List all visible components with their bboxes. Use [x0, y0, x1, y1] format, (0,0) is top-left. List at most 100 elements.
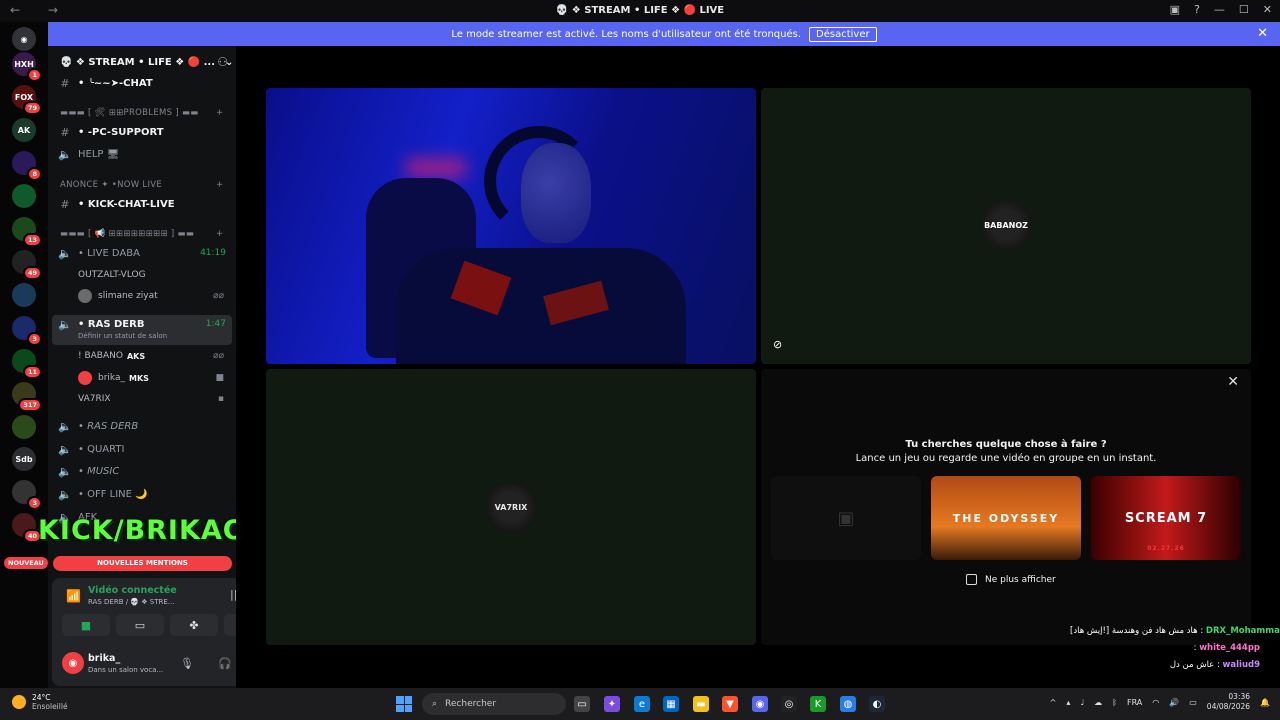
server-icon[interactable]: AK: [12, 118, 36, 142]
maximize-button[interactable]: ☐: [1239, 3, 1249, 16]
notification-icon[interactable]: 🔔: [1260, 698, 1270, 707]
network-icon[interactable]: ▴: [1066, 698, 1070, 707]
category-annonce[interactable]: ANONCE ✦ •NOW LIVE +: [60, 180, 223, 190]
server-icon[interactable]: FOX 79: [12, 85, 42, 115]
person-head: [521, 143, 591, 243]
checkbox[interactable]: [966, 574, 977, 585]
server-icon[interactable]: HXH 1: [12, 52, 42, 82]
mic-tray-icon[interactable]: ♩: [1080, 698, 1084, 707]
close-icon[interactable]: ✕: [1257, 26, 1268, 41]
weather-widget[interactable]: 24°C Ensoleillé: [12, 693, 68, 711]
obs-icon[interactable]: ◎: [781, 696, 797, 712]
channel-music[interactable]: 🔈 • MUSIC: [48, 461, 236, 481]
channel-help[interactable]: 🔈 HELP 🖥: [48, 144, 236, 164]
new-badge[interactable]: NOUVEAU: [4, 557, 48, 569]
add-channel-icon[interactable]: +: [216, 108, 223, 118]
dont-show-again-checkbox[interactable]: Ne plus afficher: [966, 574, 1056, 585]
edge-icon[interactable]: e: [634, 696, 650, 712]
close-button[interactable]: ✕: [1263, 3, 1272, 16]
channel-pc-support[interactable]: # • -PC-SUPPORT: [48, 122, 236, 142]
inbox-icon[interactable]: ▣: [1170, 3, 1180, 16]
brave-icon[interactable]: ▼: [722, 696, 738, 712]
chrome-icon[interactable]: ◍: [840, 696, 856, 712]
activities-button[interactable]: ✤: [170, 614, 218, 636]
signal-icon[interactable]: 📶: [66, 589, 81, 603]
banner-text: Le mode streamer est activé. Les noms d'…: [451, 28, 802, 40]
voice-user-outzalt[interactable]: OUTZALT-VLOG: [78, 265, 228, 285]
hash-icon: #: [60, 125, 70, 139]
camera-button[interactable]: ■: [62, 614, 110, 636]
new-mentions-button[interactable]: NOUVELLES MENTIONS: [53, 556, 232, 571]
channel-ras-derb[interactable]: 🔈 • RAS DERB 1:47: [48, 314, 236, 334]
language-indicator[interactable]: FRA: [1127, 698, 1142, 707]
kick-app-icon[interactable]: K: [810, 696, 826, 712]
help-icon[interactable]: ?: [1194, 3, 1200, 16]
discord-icon[interactable]: ◉: [752, 696, 768, 712]
copilot-icon[interactable]: ✦: [604, 696, 620, 712]
voice-user-brika[interactable]: brika_ MKS ■: [78, 368, 228, 388]
server-icon[interactable]: 40: [12, 513, 42, 543]
server-icon[interactable]: Sdb: [12, 447, 36, 471]
server-icon[interactable]: 13: [12, 217, 42, 247]
kick-overlay-text: KICK/BRIKAO: [38, 515, 247, 546]
server-icon[interactable]: 11: [12, 349, 42, 379]
voice-user-babano[interactable]: ! BABANO AKS ⌀⌀: [78, 346, 228, 366]
video-tile-va7rix[interactable]: VA7RIX: [266, 369, 756, 645]
wifi-icon[interactable]: ◠: [1152, 698, 1159, 707]
activity-card-placeholder[interactable]: ▣: [771, 476, 921, 560]
light-glow: [406, 158, 466, 178]
category-problems[interactable]: ▬▬▬ [ 🛠 ⊞⊞PROBLEMS ] ▬▬ +: [60, 108, 223, 118]
video-tile-camera[interactable]: [266, 88, 756, 364]
cloud-icon[interactable]: ☁: [1094, 698, 1102, 707]
channel-live-daba[interactable]: 🔈 • LIVE DABA 41:19: [48, 243, 236, 263]
avatar[interactable]: ◉: [62, 652, 84, 674]
channel-offline[interactable]: 🔈 • OFF LINE 🌙: [48, 484, 236, 504]
channel-chat[interactable]: # • ╰~~➤-CHAT: [48, 73, 236, 93]
store-icon[interactable]: ▦: [663, 696, 679, 712]
channel-quarti[interactable]: 🔈 • QUARTI: [48, 439, 236, 459]
windows-start-icon[interactable]: [396, 696, 412, 712]
activity-card-scream[interactable]: SCREAM 7 02.27.26: [1091, 476, 1241, 560]
voice-user-slimane[interactable]: slimane ziyat ⌀⌀: [78, 286, 228, 306]
server-icon[interactable]: [12, 283, 36, 307]
stream-icon: ▪: [217, 394, 224, 404]
server-icon[interactable]: 8: [12, 151, 42, 181]
voice-channel-path[interactable]: RAS DERB / 💀 ❖ STRE...: [88, 598, 174, 606]
add-channel-icon[interactable]: +: [216, 229, 223, 239]
server-icon[interactable]: 49: [12, 250, 42, 280]
server-icon[interactable]: 3: [12, 316, 42, 346]
server-icon[interactable]: [12, 184, 36, 208]
discord-home-icon[interactable]: ◉: [12, 27, 36, 51]
screen-share-button[interactable]: ▭: [116, 614, 164, 636]
clock[interactable]: 03:36 04/08/2026: [1207, 692, 1250, 712]
disable-streamer-button[interactable]: Désactiver: [809, 26, 877, 42]
volume-icon[interactable]: 🔊: [1169, 698, 1179, 707]
headphones-icon[interactable]: 🎧: [218, 657, 232, 670]
close-icon[interactable]: ✕: [1227, 374, 1239, 390]
taskbar-search[interactable]: ⌕ Rechercher: [422, 693, 566, 715]
stream-chat-overlay: [إيش هاد!] هاد مش هاد فن وهندسة : DRX_Mo…: [1070, 626, 1280, 677]
server-icon[interactable]: [12, 415, 36, 439]
channel-kick-chat-live[interactable]: # • KICK-CHAT-LIVE: [48, 194, 236, 214]
channel-ras-derb-2[interactable]: 🔈 • RAS DERB: [48, 416, 236, 436]
set-status-hint[interactable]: Définir un statut de salon: [78, 332, 167, 340]
minimize-button[interactable]: —: [1214, 3, 1225, 16]
bluetooth-icon[interactable]: ᛒ: [1112, 698, 1117, 707]
server-icon[interactable]: 3: [12, 480, 42, 510]
category-voice[interactable]: ▬▬▬ [ 📢 ⊞⊞⊞⊞⊞⊞⊞⊞ ] ▬▬ +: [60, 229, 223, 239]
voice-status: Vidéo connectée: [88, 585, 177, 596]
task-view-icon[interactable]: ▭: [574, 696, 590, 712]
steam-icon[interactable]: ◐: [869, 696, 885, 712]
battery-icon[interactable]: ▭: [1189, 698, 1197, 707]
voice-user-va7rix[interactable]: VA7RIX ▪: [78, 389, 228, 409]
mention-badge: 49: [22, 266, 42, 280]
chevron-up-icon[interactable]: ^: [1050, 698, 1057, 707]
invite-icon[interactable]: ⚇: [217, 55, 228, 69]
add-channel-icon[interactable]: +: [216, 180, 223, 190]
file-explorer-icon[interactable]: ▬: [693, 696, 709, 712]
server-icon[interactable]: 317: [12, 382, 42, 412]
video-tile-babanoz[interactable]: BABANOZ ⊘: [761, 88, 1251, 364]
activity-card-odyssey[interactable]: THE ODYSSEY: [931, 476, 1081, 560]
streamer-mode-banner: Le mode streamer est activé. Les noms d'…: [48, 22, 1280, 46]
microphone-icon[interactable]: 🎙: [180, 657, 194, 670]
